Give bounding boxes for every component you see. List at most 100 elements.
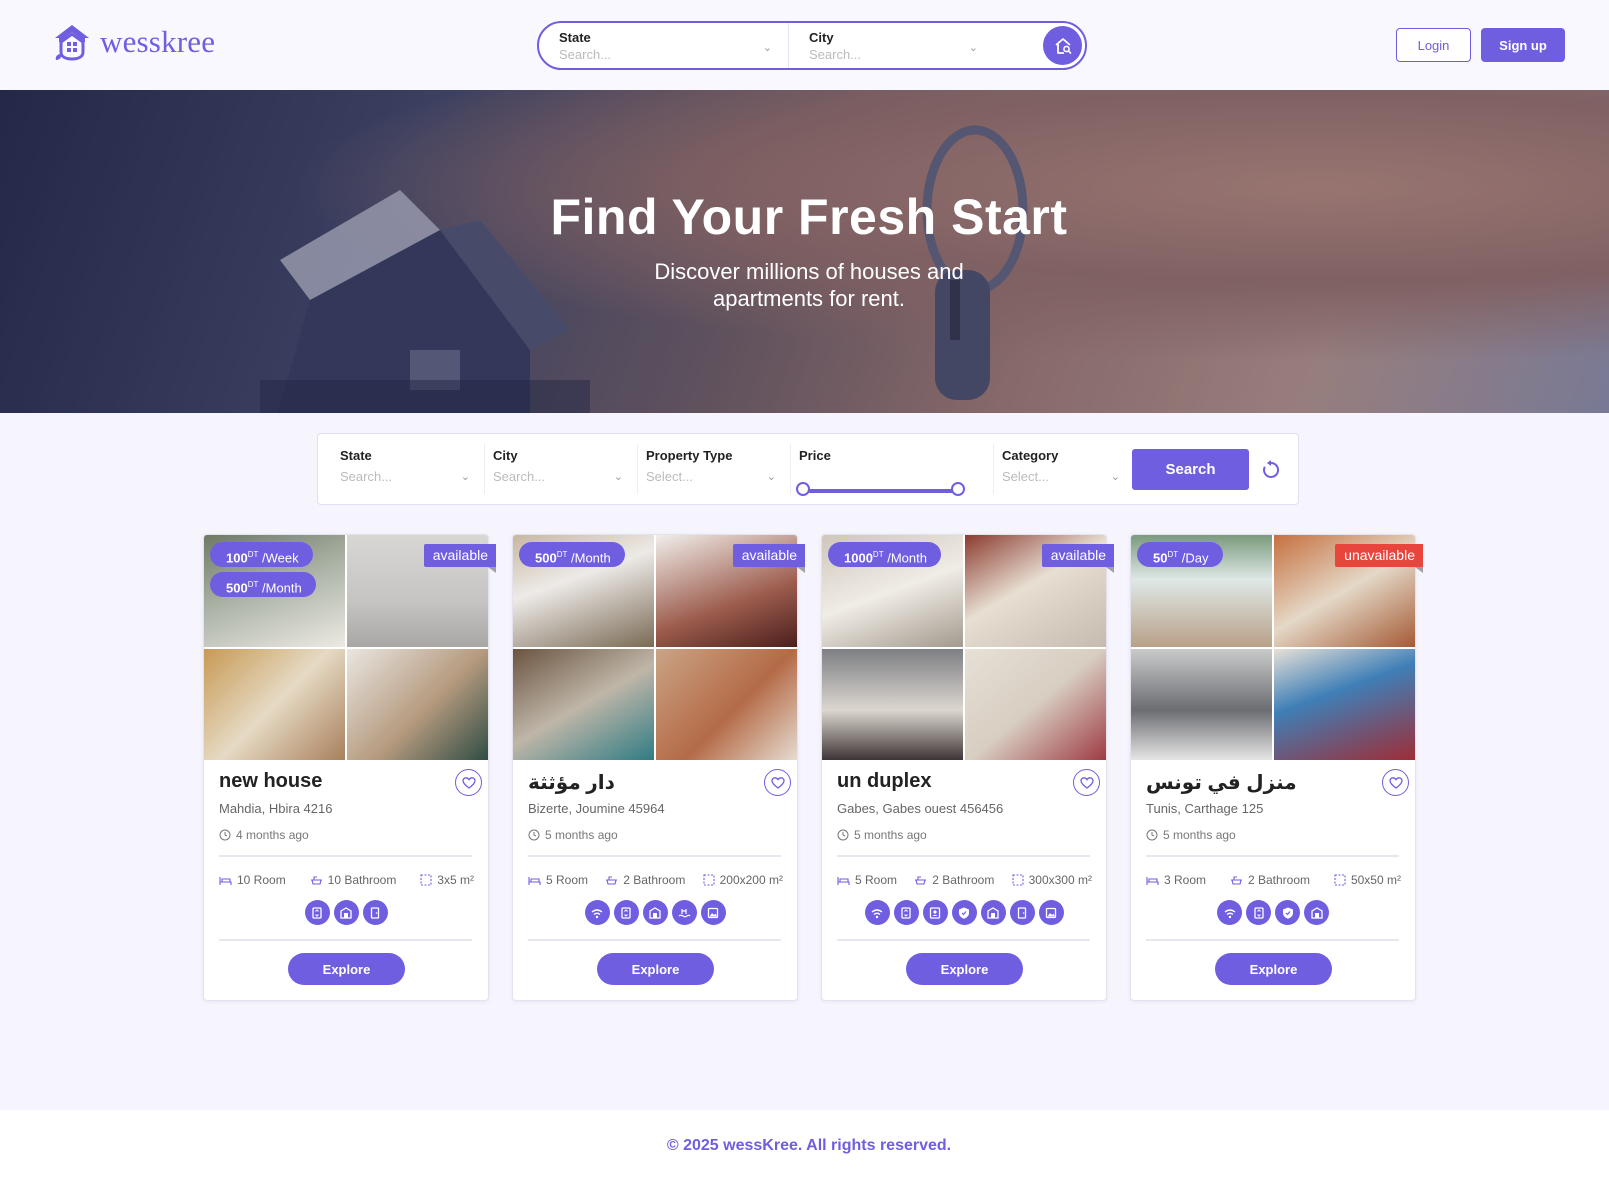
header-city-label: City <box>809 30 834 45</box>
header-city-input[interactable] <box>809 47 989 62</box>
status-badge: available <box>423 544 497 573</box>
photo-grid[interactable] <box>513 535 797 760</box>
listing-card[interactable]: 100DT /Week 500DT /Month available new h… <box>203 534 497 1001</box>
filter-search-button[interactable]: Search <box>1132 449 1249 490</box>
divider <box>1146 855 1399 857</box>
amenity-icons <box>1131 900 1415 925</box>
hero-subtitle: Discover millions of houses and apartmen… <box>0 258 1609 312</box>
filter-type-field[interactable]: Property Type ⌄ <box>638 444 791 494</box>
explore-button[interactable]: Explore <box>906 953 1023 985</box>
rooms-count: 5 Room <box>855 873 898 887</box>
bed-icon <box>837 876 850 885</box>
favorite-button[interactable] <box>455 769 482 796</box>
door-icon <box>362 900 388 925</box>
pool-icon <box>671 900 697 925</box>
header-state-input[interactable] <box>559 47 739 62</box>
area-icon <box>420 874 432 886</box>
amenity-icons <box>513 900 797 925</box>
reset-icon[interactable] <box>1260 459 1282 481</box>
picture-icon <box>700 900 726 925</box>
favorite-button[interactable] <box>764 769 791 796</box>
filter-city-input[interactable] <box>493 469 603 484</box>
copyright-text: © 2025 wessKree. All rights reserved. <box>666 1137 952 1154</box>
chevron-down-icon[interactable]: ⌄ <box>767 470 776 483</box>
filter-type-input[interactable] <box>646 469 756 484</box>
chevron-down-icon[interactable]: ⌄ <box>969 41 978 54</box>
favorite-button[interactable] <box>1382 769 1409 796</box>
explore-button[interactable]: Explore <box>1215 953 1332 985</box>
price-slider-track[interactable] <box>803 489 958 493</box>
chevron-down-icon[interactable]: ⌄ <box>1111 470 1120 483</box>
header-city-field[interactable]: City ⌄ <box>789 23 1044 68</box>
property-photo[interactable] <box>656 648 797 760</box>
rooms-spec: 3 Room <box>1146 873 1206 887</box>
listing-time-text: 5 months ago <box>854 828 927 842</box>
listing-title[interactable]: un duplex <box>837 770 931 793</box>
listing-card[interactable]: 1000DT /Month available un duplex Gabes,… <box>821 534 1115 1001</box>
price-currency: DT <box>247 580 259 589</box>
explore-button[interactable]: Explore <box>288 953 405 985</box>
listing-title[interactable]: منزل في تونس <box>1146 770 1297 795</box>
bathrooms-spec: 2 Bathroom <box>1230 873 1310 887</box>
bed-icon <box>1146 876 1159 885</box>
photo-grid[interactable] <box>1131 535 1415 760</box>
area-icon <box>1334 874 1346 886</box>
bath-icon <box>915 875 927 885</box>
filter-category-input[interactable] <box>1002 469 1112 484</box>
picture-icon <box>1038 900 1064 925</box>
area-icon <box>703 874 715 886</box>
area-value: 200x200 m² <box>719 873 783 887</box>
listing-title[interactable]: new house <box>219 770 322 793</box>
property-photo[interactable] <box>965 648 1106 760</box>
listing-location: Mahdia, Hbira 4216 <box>219 801 333 816</box>
logo[interactable]: wesskree <box>52 22 215 62</box>
property-photo[interactable] <box>513 648 654 760</box>
filter-category-field[interactable]: Category ⌄ <box>994 444 1134 494</box>
property-photo[interactable] <box>204 648 345 760</box>
chevron-down-icon[interactable]: ⌄ <box>763 41 772 54</box>
area-value: 50x50 m² <box>1350 873 1401 887</box>
header-state-label: State <box>559 30 591 45</box>
header-search: State ⌄ City ⌄ <box>537 21 1087 70</box>
header-state-field[interactable]: State ⌄ <box>539 23 789 68</box>
divider <box>219 939 472 941</box>
price-slider-min-handle[interactable] <box>796 482 810 496</box>
rooms-count: 5 Room <box>546 873 589 887</box>
amenity-icons <box>822 900 1106 925</box>
rooms-spec: 10 Room <box>219 873 286 887</box>
favorite-button[interactable] <box>1073 769 1100 796</box>
clock-icon <box>219 829 231 841</box>
header-search-button[interactable] <box>1043 26 1082 65</box>
listing-time: 5 months ago <box>528 828 618 842</box>
filter-city-field[interactable]: City ⌄ <box>485 444 638 494</box>
login-button[interactable]: Login <box>1396 28 1471 62</box>
filter-category-label: Category <box>1002 448 1059 463</box>
photo-grid[interactable] <box>204 535 488 760</box>
photo-grid[interactable] <box>822 535 1106 760</box>
elevator-icon <box>613 900 639 925</box>
divider <box>528 855 781 857</box>
explore-button[interactable]: Explore <box>597 953 714 985</box>
filter-state-field[interactable]: State ⌄ <box>332 444 485 494</box>
price-period: /Month <box>262 580 302 596</box>
filter-type-label: Property Type <box>646 448 733 463</box>
chevron-down-icon[interactable]: ⌄ <box>461 470 470 483</box>
bathrooms-count: 2 Bathroom <box>1247 873 1311 887</box>
price-slider-max-handle[interactable] <box>951 482 965 496</box>
listing-location: Bizerte, Joumine 45964 <box>528 801 665 816</box>
price-amount: 1000 <box>844 550 873 566</box>
property-photo[interactable] <box>347 648 488 760</box>
property-photo[interactable] <box>1131 648 1272 760</box>
listing-card[interactable]: 50DT /Day unavailable منزل في تونس Tunis… <box>1130 534 1423 1001</box>
listing-title[interactable]: دار مؤثثة <box>528 770 615 795</box>
price-period: /Week <box>262 550 299 566</box>
door-icon <box>1009 900 1035 925</box>
chevron-down-icon[interactable]: ⌄ <box>614 470 623 483</box>
divider <box>1146 939 1399 941</box>
area-spec: 3x5 m² <box>420 873 474 887</box>
listing-card[interactable]: 500DT /Month available دار مؤثثة Bizerte… <box>512 534 806 1001</box>
signup-button[interactable]: Sign up <box>1481 28 1565 62</box>
property-photo[interactable] <box>1274 648 1415 760</box>
filter-state-input[interactable] <box>340 469 450 484</box>
property-photo[interactable] <box>822 648 963 760</box>
